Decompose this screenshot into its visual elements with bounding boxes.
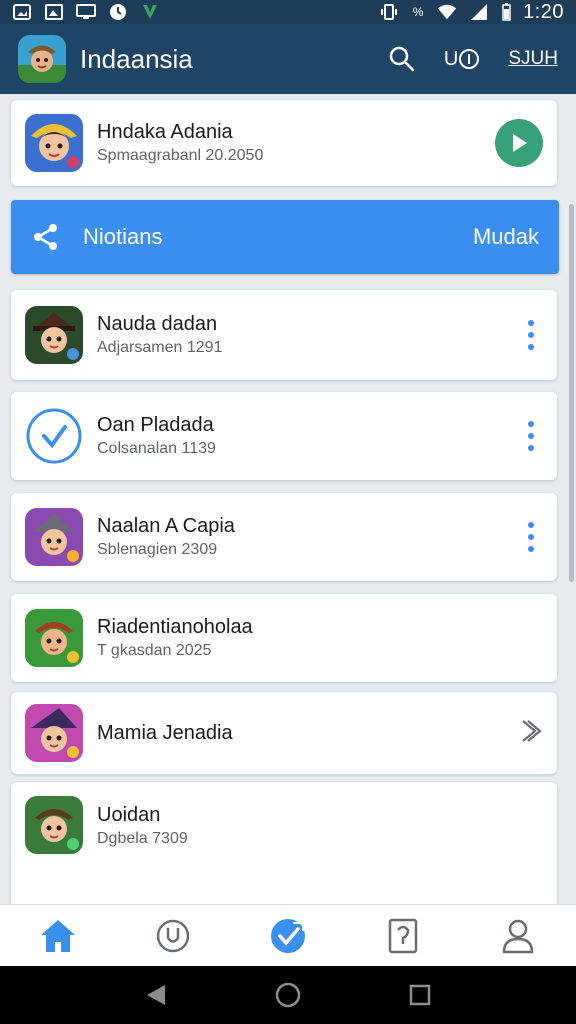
notification-icon [459, 49, 480, 69]
list-item[interactable]: Mamia Jenadia [11, 692, 557, 774]
screen-icon [76, 3, 96, 21]
notification-label: U [443, 47, 459, 70]
list-item-text: Oan Pladada Colsanalan 1139 [97, 412, 519, 460]
battery-icon [501, 3, 511, 21]
search-icon[interactable] [388, 45, 416, 73]
list-item-text: Riadentianoholaa T gkasdan 2025 [97, 614, 543, 662]
share-icon[interactable] [31, 222, 61, 252]
featured-subtitle: Spmaagrabanl 20.2050 [97, 147, 264, 164]
gallery-icon [44, 3, 64, 21]
status-left-icons [12, 3, 160, 21]
list-item-title: Naalan A Capia [97, 515, 235, 537]
profile-icon[interactable] [488, 910, 548, 962]
app-logo-icon[interactable] [18, 35, 66, 83]
home-circle-icon[interactable] [268, 975, 308, 1015]
app-bar-text-button[interactable]: SJUH [508, 48, 558, 70]
bottom-nav [0, 904, 576, 966]
list-item-text: Nauda dadan Adjarsamen 1291 [97, 311, 519, 359]
list-item-thumbnail [25, 508, 83, 566]
back-icon[interactable] [136, 975, 176, 1015]
wifi-icon [437, 3, 457, 21]
play-button[interactable] [495, 119, 543, 167]
list-item-title: Nauda dadan [97, 313, 218, 335]
status-time: 1:20 [523, 0, 564, 23]
home-icon[interactable] [28, 910, 88, 962]
list-item-title: Uoidan [97, 804, 161, 826]
share-bar[interactable]: Niotians Mudak [11, 200, 559, 274]
u-badge-icon[interactable] [143, 910, 203, 962]
list-item[interactable]: Riadentianoholaa T gkasdan 2025 [11, 594, 557, 682]
list-item-thumbnail [25, 796, 83, 854]
signal-icon [469, 3, 489, 21]
notification-button[interactable]: U [444, 48, 480, 71]
list-item-subtitle: Sblenagien 2309 [97, 541, 218, 558]
more-vertical-icon[interactable] [519, 320, 543, 350]
vibrate-icon [379, 3, 399, 21]
more-vertical-icon[interactable] [519, 421, 543, 451]
status-bar: % 1:20 [0, 0, 576, 24]
chevron-right-icon[interactable] [519, 717, 543, 750]
list-item-text: Uoidan Dgbela 7309 [97, 796, 543, 850]
featured-text: Hndaka Adania Spmaagrabanl 20.2050 [97, 119, 495, 167]
play-icon [513, 134, 527, 152]
app-bar: Indaansia U SJUH [0, 24, 576, 94]
document-icon[interactable] [373, 910, 433, 962]
clock-icon [108, 3, 128, 21]
list-item-title: Mamia Jenadia [97, 722, 233, 744]
scrollbar[interactable] [569, 204, 574, 582]
check-icon[interactable] [258, 910, 318, 962]
list-item-text: Mamia Jenadia [97, 720, 519, 746]
list-item-thumbnail [25, 306, 83, 364]
featured-thumbnail [25, 114, 83, 172]
featured-title: Hndaka Adania [97, 121, 233, 143]
list-item-thumbnail [25, 609, 83, 667]
list-item[interactable]: Nauda dadan Adjarsamen 1291 [11, 290, 557, 380]
content-area: Hndaka Adania Spmaagrabanl 20.2050 Nioti… [0, 94, 576, 904]
photo-icon [12, 3, 32, 21]
share-right-label[interactable]: Mudak [473, 224, 539, 250]
list-item-thumbnail [25, 704, 83, 762]
app-actions: U SJUH [388, 45, 558, 73]
status-right-icons: % 1:20 [379, 1, 564, 24]
list-item-subtitle: Colsanalan 1139 [97, 440, 216, 457]
more-vertical-icon[interactable] [519, 522, 543, 552]
battery-percent: % [412, 5, 424, 19]
list-item[interactable]: Naalan A Capia Sblenagien 2309 [11, 493, 557, 581]
list-item[interactable]: Oan Pladada Colsanalan 1139 [11, 392, 557, 480]
list-item[interactable]: Uoidan Dgbela 7309 [11, 782, 557, 904]
featured-card[interactable]: Hndaka Adania Spmaagrabanl 20.2050 [11, 100, 557, 186]
list-item-thumbnail [25, 407, 83, 465]
shield-icon [140, 3, 160, 21]
list-item-subtitle: Adjarsamen 1291 [97, 339, 223, 356]
list-item-subtitle: T gkasdan 2025 [97, 642, 212, 659]
share-label: Niotians [83, 224, 163, 249]
list-item-title: Riadentianoholaa [97, 616, 253, 638]
list-item-text: Naalan A Capia Sblenagien 2309 [97, 513, 519, 561]
list-item-subtitle: Dgbela 7309 [97, 830, 188, 847]
recents-icon[interactable] [400, 975, 440, 1015]
list-item-title: Oan Pladada [97, 414, 214, 436]
system-nav [0, 966, 576, 1024]
app-title: Indaansia [80, 43, 193, 74]
